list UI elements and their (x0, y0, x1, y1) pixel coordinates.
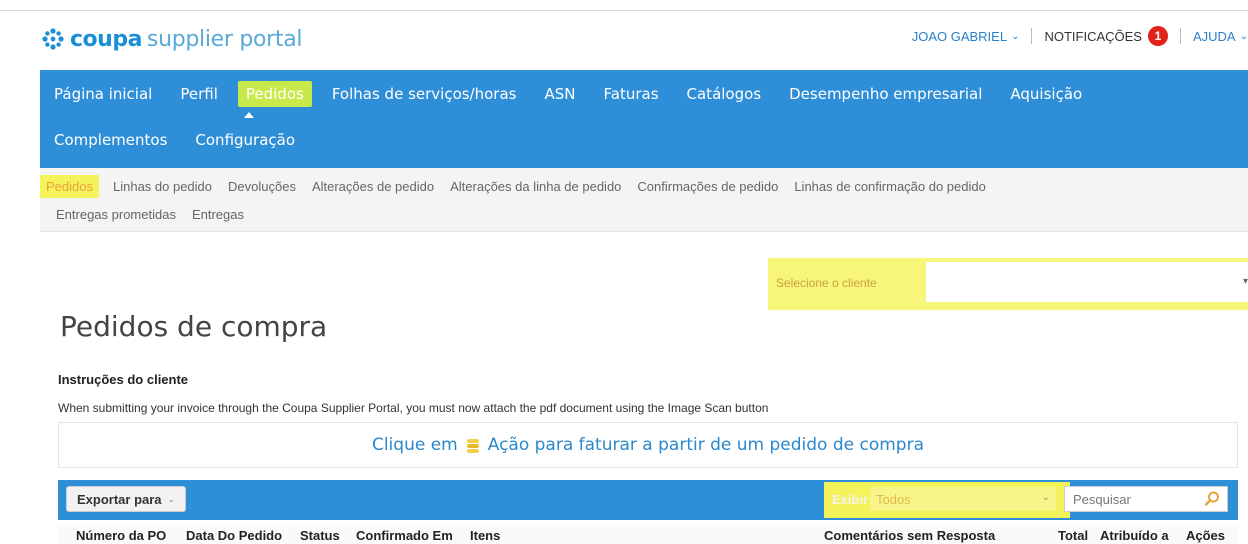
nav-item-catalogos[interactable]: Catálogos (673, 85, 776, 103)
nav-item-faturas[interactable]: Faturas (590, 85, 673, 103)
chevron-down-icon: ▾ (1242, 276, 1248, 287)
user-name: JOAO GABRIEL (911, 28, 1008, 44)
nav-item-desempenho[interactable]: Desempenho empresarial (775, 85, 996, 103)
active-tab-arrow-icon (244, 112, 254, 118)
table-toolbar: Exportar para ⌄ Exibir Todos ⌄ Pesquisar (58, 480, 1238, 520)
nav-item-folhas[interactable]: Folhas de serviços/horas (318, 85, 531, 103)
chevron-down-icon: ⌄ (1041, 492, 1050, 503)
invoice-action-line: Clique em Ação para faturar a partir de … (372, 435, 924, 455)
chevron-down-icon: ⌄ (1239, 30, 1248, 42)
utility-nav: JOAO GABRIEL ⌄ NOTIFICAÇÕES 1 AJUDA ⌄ (900, 26, 1248, 46)
column-header[interactable]: Ações (1186, 528, 1225, 543)
page-title: Pedidos de compra (60, 310, 328, 343)
coins-icon (464, 436, 482, 454)
column-header[interactable]: Atribuído a (1100, 528, 1169, 543)
notifications-link[interactable]: NOTIFICAÇÕES 1 (1032, 26, 1180, 46)
invoice-action-banner: Clique em Ação para faturar a partir de … (58, 422, 1238, 468)
search-placeholder: Pesquisar (1073, 491, 1131, 507)
subnav-item-entregas[interactable]: Entregas (184, 207, 252, 222)
sub-nav-row-1: Pedidos Linhas do pedido Devoluções Alte… (40, 174, 994, 198)
column-header[interactable]: Total (1058, 528, 1088, 543)
filter-select[interactable]: Todos ⌄ (870, 487, 1056, 511)
export-label: Exportar para (77, 491, 162, 507)
subnav-item-alteracoes-de-pedido[interactable]: Alterações de pedido (304, 179, 442, 194)
filter-label: Exibir (832, 492, 869, 507)
column-header[interactable]: Comentários sem Resposta (824, 528, 995, 543)
instructions-heading: Instruções do cliente (58, 372, 189, 387)
search-icon[interactable] (1203, 490, 1221, 508)
user-menu[interactable]: JOAO GABRIEL ⌄ (900, 29, 1032, 44)
top-border (0, 10, 1248, 11)
nav-item-pedidos[interactable]: Pedidos (237, 81, 312, 107)
sub-nav: Pedidos Linhas do pedido Devoluções Alte… (40, 168, 1248, 232)
logo-text-light: supplier portal (146, 26, 303, 52)
invoice-prefix: Clique em (371, 435, 458, 455)
notifications-label: NOTIFICAÇÕES (1044, 28, 1142, 44)
subnav-item-linhas-do-pedido[interactable]: Linhas do pedido (105, 179, 220, 194)
client-select-dropdown[interactable] (926, 262, 1248, 302)
sub-nav-row-2: Entregas prometidas Entregas (40, 202, 252, 226)
search-input[interactable]: Pesquisar (1064, 486, 1228, 512)
chevron-down-icon: ⌄ (1011, 30, 1020, 42)
subnav-item-linhas-de-confirmacao[interactable]: Linhas de confirmação do pedido (786, 179, 994, 194)
nav-item-asn[interactable]: ASN (530, 85, 589, 103)
nav-item-complementos[interactable]: Complementos (40, 131, 181, 149)
main-nav-row-1: Página inicial Perfil Pedidos Folhas de … (40, 74, 1096, 114)
notification-count-badge: 1 (1147, 26, 1168, 46)
column-header[interactable]: Status (300, 528, 340, 543)
column-header[interactable]: Itens (470, 528, 500, 543)
invoice-suffix: Ação para faturar a partir de um pedido … (487, 435, 925, 455)
export-to-button[interactable]: Exportar para ⌄ (66, 486, 187, 512)
nav-item-configuracao[interactable]: Configuração (181, 131, 309, 149)
main-nav-row-2: Complementos Configuração (40, 120, 309, 160)
instructions-text: When submitting your invoice through the… (58, 401, 769, 415)
nav-item-perfil[interactable]: Perfil (166, 85, 232, 103)
subnav-item-alteracoes-da-linha[interactable]: Alterações da linha de pedido (442, 179, 629, 194)
logo-text-bold: coupa (70, 26, 142, 52)
nav-item-aquisicao[interactable]: Aquisição (996, 85, 1096, 103)
coupa-logo[interactable]: coupa supplier portal (40, 22, 303, 56)
chevron-down-icon: ⌄ (167, 493, 176, 504)
client-select-label: Selecione o cliente (776, 276, 877, 290)
subnav-item-pedidos[interactable]: Pedidos (40, 174, 99, 198)
column-header[interactable]: Confirmado Em (356, 528, 453, 543)
filter-value: Todos (876, 491, 911, 507)
subnav-item-confirmacoes[interactable]: Confirmações de pedido (629, 179, 786, 194)
help-menu[interactable]: AJUDA ⌄ (1181, 29, 1248, 44)
main-nav: Página inicial Perfil Pedidos Folhas de … (40, 70, 1248, 168)
coupa-logo-icon (42, 28, 64, 50)
subnav-item-entregas-prometidas[interactable]: Entregas prometidas (40, 207, 184, 222)
column-header[interactable]: Data Do Pedido (186, 528, 282, 543)
column-header[interactable]: Número da PO (76, 528, 166, 543)
table-header: Número da PO Data Do Pedido Status Confi… (58, 524, 1238, 544)
subnav-item-devolucoes[interactable]: Devoluções (220, 179, 304, 194)
nav-item-pagina-inicial[interactable]: Página inicial (40, 85, 166, 103)
help-label: AJUDA (1192, 28, 1236, 44)
